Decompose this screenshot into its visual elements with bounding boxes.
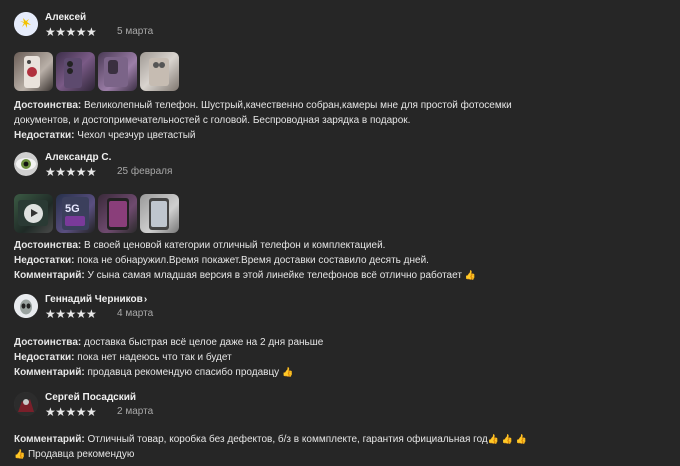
avatar[interactable] (14, 392, 38, 416)
review-header: Александр С. ★★★★★ 25 февраля (14, 152, 674, 182)
review-header: Геннадий Черников› ★★★★★ 4 марта (14, 294, 674, 324)
thumbs-up-icon: 👍 (464, 270, 476, 280)
review-photo[interactable] (140, 194, 179, 233)
author-name[interactable]: Алексей (45, 12, 86, 23)
author-name[interactable]: Александр С. (45, 152, 111, 163)
cons-label: Недостатки: (14, 255, 75, 266)
comment-text-continued: Продавца рекомендую (25, 449, 135, 460)
review-card: Алексей ★★★★★ 5 марта Достоинства: Велик… (14, 12, 674, 141)
author-name[interactable]: Сергей Посадский (45, 392, 136, 403)
cons-text: пока нет надеюсь что так и будет (74, 352, 232, 363)
thumbs-up-icon: 👍 (14, 449, 26, 459)
review-card: Сергей Посадский ★★★★★ 2 марта Комментар… (14, 392, 674, 460)
author-name[interactable]: Геннадий Черников› (45, 294, 147, 305)
play-icon[interactable] (24, 204, 43, 223)
thumbs-up-icon: 👍 (501, 434, 513, 444)
photo-gallery (14, 52, 179, 91)
pros-label: Достоинства: (14, 100, 82, 111)
review-header: Сергей Посадский ★★★★★ 2 марта (14, 392, 674, 422)
thumbs-up-icon: 👍 (487, 434, 499, 444)
review-date: 4 марта (117, 308, 154, 319)
comment-text: продавца рекомендую спасибо продавцу (84, 367, 280, 378)
review-photo[interactable]: 5G (56, 194, 95, 233)
cons-text: пока не обнаружил.Время покажет.Время до… (74, 255, 429, 266)
review-text: Достоинства: Великолепный телефон. Шустр… (14, 98, 654, 143)
svg-text:5G: 5G (65, 203, 80, 215)
author-name-text: Геннадий Черников (45, 294, 143, 305)
review-text: Достоинства: доставка быстрая всё целое … (14, 335, 654, 380)
pros-label: Достоинства: (14, 337, 82, 348)
comment-label: Комментарий: (14, 270, 85, 281)
rating-stars: ★★★★★ (45, 165, 97, 179)
review-photo[interactable] (98, 194, 137, 233)
pros-text: Великолепный телефон. Шустрый,качественн… (81, 100, 512, 111)
pros-text-continued: документов, и достопримечательностей с г… (14, 115, 411, 126)
cons-label: Недостатки: (14, 352, 75, 363)
comment-text: У сына самая младшая версия в этой линей… (84, 270, 462, 281)
pros-label: Достоинства: (14, 240, 82, 251)
comment-label: Комментарий: (14, 367, 85, 378)
thumbs-up-icon: 👍 (281, 367, 294, 377)
avatar[interactable] (14, 294, 38, 318)
review-text: Достоинства: В своей ценовой категории о… (14, 238, 654, 283)
rating-stars: ★★★★★ (45, 307, 97, 321)
review-photo[interactable] (56, 52, 95, 91)
cons-label: Недостатки: (14, 130, 75, 141)
review-date: 25 февраля (117, 166, 173, 177)
pros-text: В своей ценовой категории отличный телеф… (81, 240, 386, 251)
avatar[interactable] (14, 12, 38, 36)
thumbs-up-icon: 👍 (515, 434, 527, 444)
review-video-thumbnail[interactable] (14, 194, 53, 233)
review-header: Алексей ★★★★★ 5 марта (14, 12, 674, 42)
comment-label: Комментарий: (14, 434, 85, 445)
chevron-right-icon: › (143, 294, 148, 305)
cons-text: Чехол чрезчур цветастый (74, 130, 196, 141)
comment-text: Отличный товар, коробка без дефектов, б/… (84, 434, 488, 445)
rating-stars: ★★★★★ (45, 25, 97, 39)
review-card: Александр С. ★★★★★ 25 февраля 5G Достоин… (14, 152, 674, 281)
rating-stars: ★★★★★ (45, 405, 97, 419)
review-photo[interactable] (140, 52, 179, 91)
review-date: 5 марта (117, 26, 154, 37)
review-text: Комментарий: Отличный товар, коробка без… (14, 432, 654, 462)
avatar[interactable] (14, 152, 38, 176)
photo-gallery: 5G (14, 194, 179, 233)
pros-text: доставка быстрая всё целое даже на 2 дня… (81, 337, 324, 348)
review-card: Геннадий Черников› ★★★★★ 4 марта Достоин… (14, 294, 674, 378)
review-photo[interactable] (14, 52, 53, 91)
review-photo[interactable] (98, 52, 137, 91)
review-date: 2 марта (117, 406, 154, 417)
